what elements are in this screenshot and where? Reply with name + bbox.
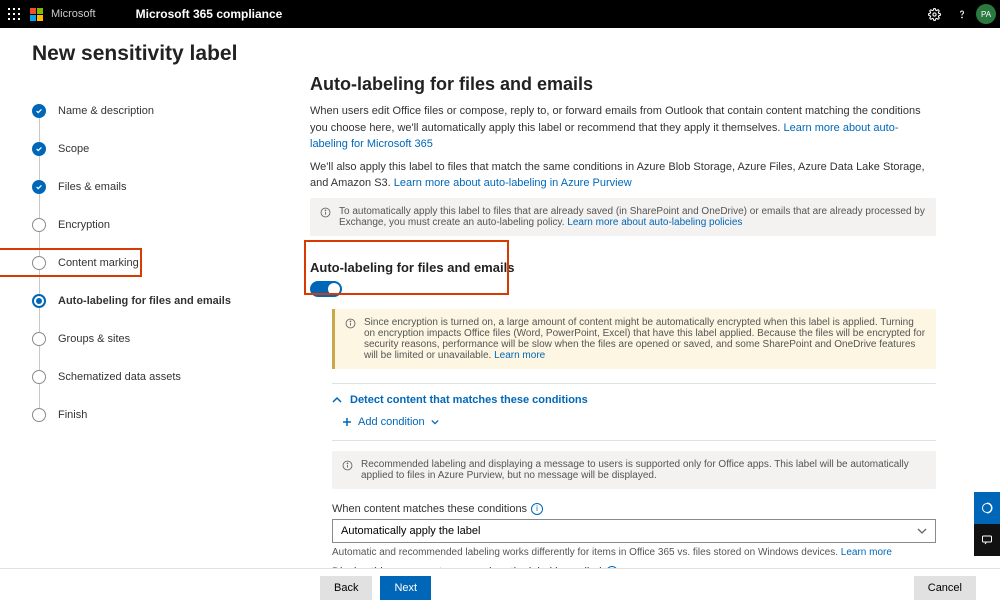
encryption-warning: Since encryption is turned on, a large a…	[332, 309, 936, 369]
chat-tab[interactable]	[974, 524, 1000, 556]
side-float-tabs	[974, 492, 1000, 556]
avatar[interactable]: PA	[976, 4, 996, 24]
next-button[interactable]: Next	[380, 576, 431, 600]
info-callout-policy: To automatically apply this label to fil…	[310, 198, 936, 236]
chevron-up-icon	[332, 395, 342, 405]
step-dot-icon	[32, 408, 46, 422]
auto-labeling-toggle[interactable]	[310, 281, 342, 297]
feedback-tab[interactable]	[974, 492, 1000, 524]
intro-paragraph-1: When users edit Office files or compose,…	[310, 103, 936, 153]
product-name: Microsoft 365 compliance	[136, 7, 283, 21]
chevron-down-icon	[431, 418, 439, 426]
info-icon	[345, 318, 356, 361]
wizard-step[interactable]: Encryption	[32, 206, 300, 244]
when-conditions-label: When content matches these conditions i	[332, 503, 936, 515]
back-button[interactable]: Back	[320, 576, 372, 600]
gear-icon[interactable]	[920, 8, 948, 21]
wizard-step-label: Files & emails	[58, 181, 126, 193]
step-dot-icon	[32, 256, 46, 270]
check-icon	[32, 104, 46, 118]
info-icon	[320, 207, 331, 228]
wizard-step[interactable]: Scope	[32, 130, 300, 168]
conditions-expander[interactable]: Detect content that matches these condit…	[332, 394, 936, 406]
wizard-step[interactable]: Auto-labeling for files and emails	[32, 282, 300, 320]
wizard-step[interactable]: Schematized data assets	[32, 358, 300, 396]
learn-more-encryption[interactable]: Learn more	[494, 350, 545, 361]
action-select[interactable]: Automatically apply the label	[332, 519, 936, 543]
step-dot-icon	[32, 332, 46, 346]
learn-more-purview[interactable]: Learn more about auto-labeling in Azure …	[394, 177, 632, 189]
action-hint: Automatic and recommended labeling works…	[332, 547, 936, 558]
learn-more-action[interactable]: Learn more	[841, 547, 892, 558]
wizard-step-label: Finish	[58, 409, 87, 421]
wizard-step[interactable]: Name & description	[32, 92, 300, 130]
microsoft-logo: Microsoft	[30, 8, 96, 21]
microsoft-logo-text: Microsoft	[51, 8, 96, 20]
wizard-step-label: Schematized data assets	[58, 371, 181, 383]
step-dot-icon	[32, 370, 46, 384]
wizard-step[interactable]: Finish	[32, 396, 300, 434]
wizard-step-label: Scope	[58, 143, 89, 155]
help-icon[interactable]	[948, 8, 976, 20]
check-icon	[32, 180, 46, 194]
wizard-step-label: Content marking	[58, 257, 139, 269]
step-dot-icon	[32, 294, 46, 308]
toggle-heading: Auto-labeling for files and emails	[310, 260, 936, 275]
wizard-step-label: Groups & sites	[58, 333, 130, 345]
wizard-step[interactable]: Files & emails	[32, 168, 300, 206]
chevron-down-icon	[917, 526, 927, 536]
wizard-step[interactable]: Content marking	[32, 244, 300, 282]
info-callout-recommended: Recommended labeling and displaying a me…	[332, 451, 936, 489]
wizard-steps: Name & description Scope Files & emails Enc…	[0, 68, 300, 606]
step-dot-icon	[32, 218, 46, 232]
help-bubble-icon[interactable]: i	[531, 503, 543, 515]
check-icon	[32, 142, 46, 156]
global-header: Microsoft Microsoft 365 compliance PA	[0, 0, 1000, 28]
learn-more-policies[interactable]: Learn more about auto-labeling policies	[567, 217, 742, 228]
add-condition-button[interactable]: Add condition	[342, 416, 936, 428]
section-heading: Auto-labeling for files and emails	[310, 74, 936, 95]
cancel-button[interactable]: Cancel	[914, 576, 976, 600]
wizard-step-label: Name & description	[58, 105, 154, 117]
main-content: Auto-labeling for files and emails When …	[300, 68, 1000, 606]
intro-paragraph-2: We'll also apply this label to files tha…	[310, 159, 936, 192]
plus-icon	[342, 417, 352, 427]
app-launcher-icon[interactable]	[0, 8, 28, 20]
wizard-footer: Back Next Cancel	[0, 568, 1000, 606]
wizard-step-label: Encryption	[58, 219, 110, 231]
wizard-step-label: Auto-labeling for files and emails	[58, 295, 231, 307]
wizard-step[interactable]: Groups & sites	[32, 320, 300, 358]
info-icon	[342, 460, 353, 481]
